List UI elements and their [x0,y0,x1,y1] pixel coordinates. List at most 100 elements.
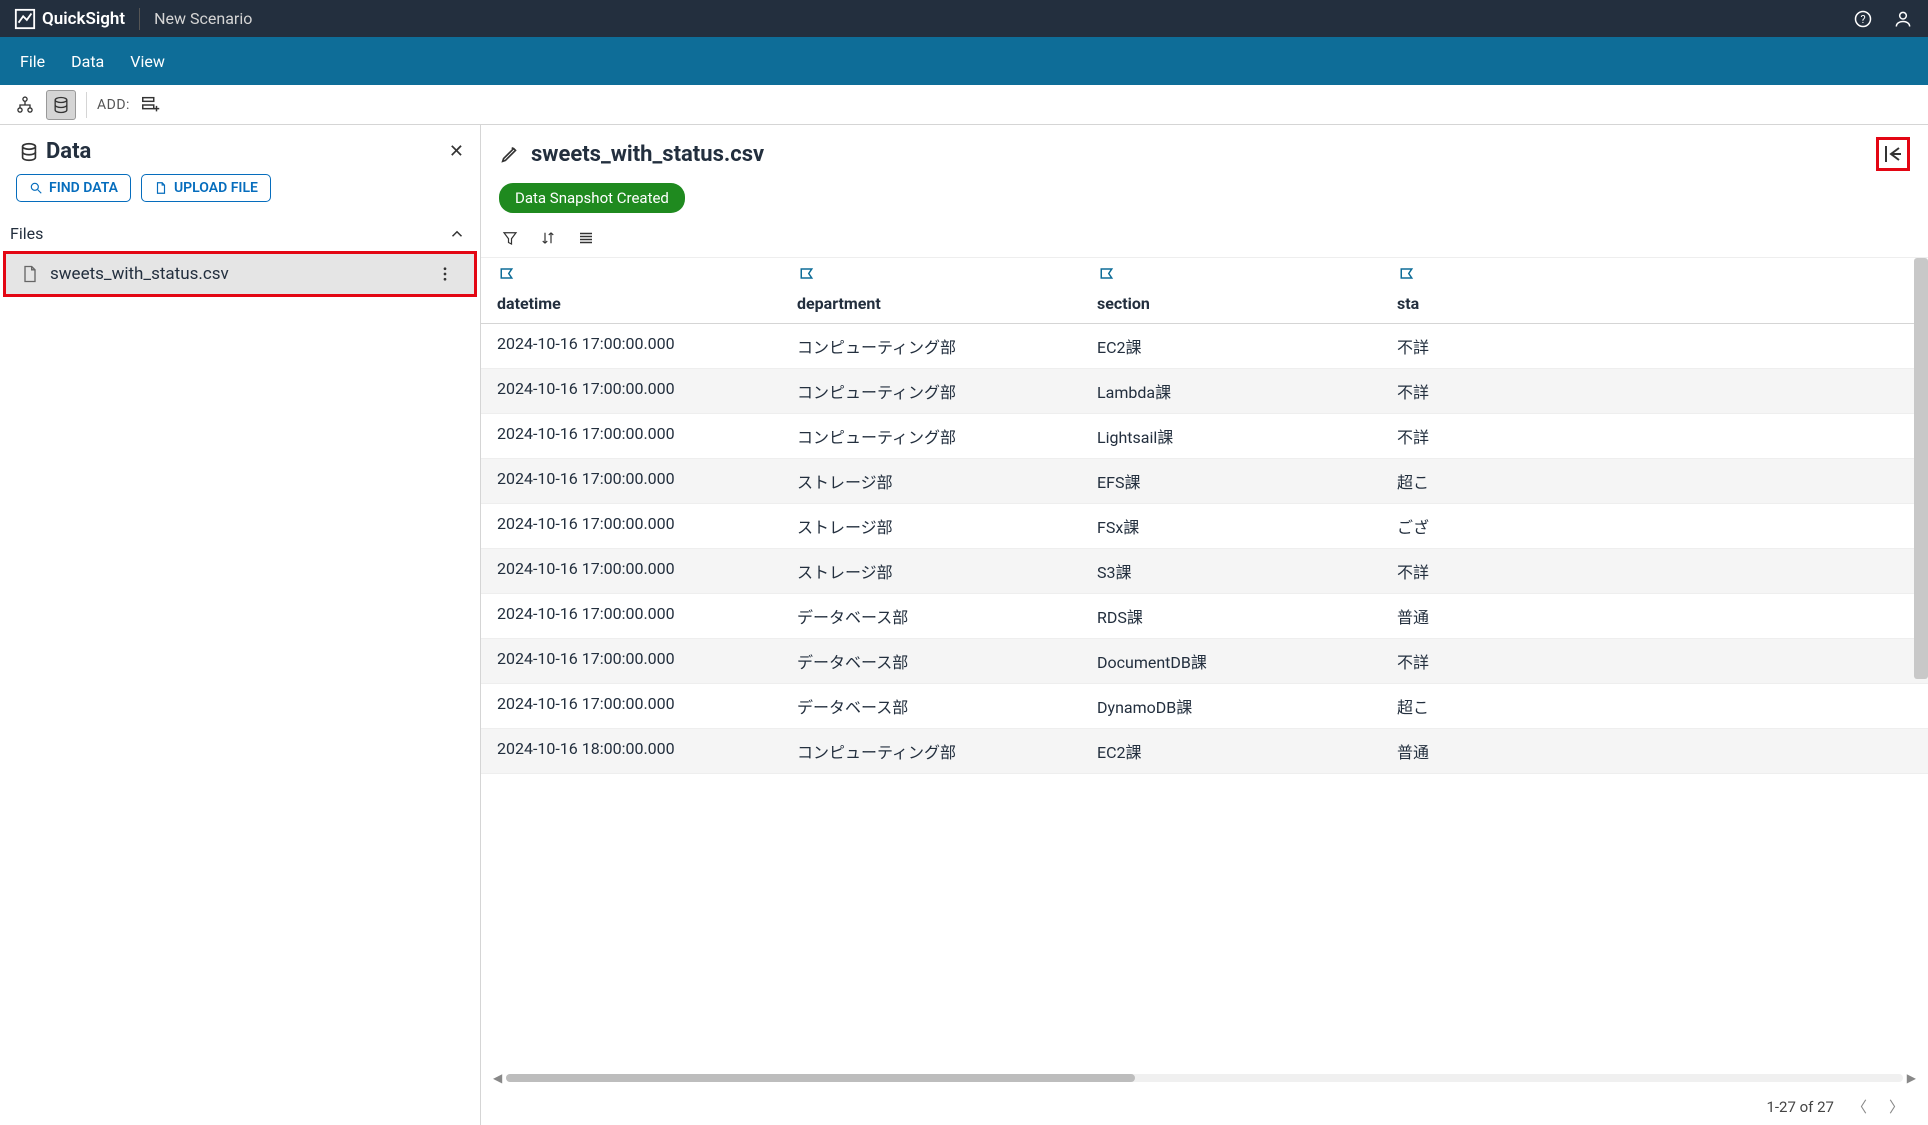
table-cell: 2024-10-16 17:00:00.000 [481,504,781,548]
tag-icon [797,266,819,284]
table-cell: ストレージ部 [781,549,1081,593]
table-cell: コンピューティング部 [781,414,1081,458]
table-row[interactable]: 2024-10-16 17:00:00.000データベース部DocumentDB… [481,639,1928,684]
density-button[interactable] [575,227,597,249]
scroll-left-icon[interactable]: ◀ [489,1071,506,1085]
table-cell: 2024-10-16 17:00:00.000 [481,414,781,458]
table-cell: 不詳 [1381,369,1441,413]
document-icon [20,264,40,284]
hierarchy-icon [15,95,35,115]
files-section-label: Files [10,224,43,243]
upload-file-button[interactable]: UPLOAD FILE [141,174,271,202]
table-cell: 不詳 [1381,324,1441,368]
filter-button[interactable] [499,227,521,249]
col-label: datetime [497,294,561,313]
table-row[interactable]: 2024-10-16 17:00:00.000コンピューティング部EC2課不詳 [481,324,1928,369]
prev-page-button[interactable]: 〈 [1848,1096,1871,1117]
col-label: department [797,294,881,313]
app-logo[interactable]: QuickSight [14,8,125,30]
column-header-status[interactable]: sta [1381,258,1441,323]
next-page-button[interactable]: 〉 [1885,1096,1908,1117]
table-footer: 1-27 of 27 〈 〉 [481,1088,1928,1125]
scenario-name[interactable]: New Scenario [154,9,252,28]
table-cell: コンピューティング部 [781,324,1081,368]
find-data-button[interactable]: FIND DATA [16,174,131,202]
app-name: QuickSight [42,9,125,29]
table-cell: 超こ [1381,459,1441,503]
table-row[interactable]: 2024-10-16 17:00:00.000データベース部DynamoDB課超… [481,684,1928,729]
tag-icon [1397,266,1419,284]
collapse-left-icon [1881,142,1905,166]
table-row[interactable]: 2024-10-16 17:00:00.000データベース部RDS課普通 [481,594,1928,639]
scroll-right-icon[interactable]: ▶ [1903,1071,1920,1085]
table-row[interactable]: 2024-10-16 17:00:00.000ストレージ部EFS課超こ [481,459,1928,504]
search-icon [29,181,43,195]
hierarchy-view-button[interactable] [10,90,40,120]
table-cell: 普通 [1381,594,1441,638]
pencil-icon[interactable] [499,143,521,165]
column-header-department[interactable]: department [781,258,1081,323]
col-label: section [1097,294,1150,313]
table-row[interactable]: 2024-10-16 17:00:00.000ストレージ部S3課不詳 [481,549,1928,594]
more-options-button[interactable] [430,265,460,283]
sort-icon [539,229,557,247]
table-row[interactable]: 2024-10-16 17:00:00.000ストレージ部FSx課ござ [481,504,1928,549]
table-cell: ストレージ部 [781,459,1081,503]
file-name: sweets_with_status.csv [50,264,430,284]
svg-text:?: ? [1860,13,1865,26]
database-icon [18,141,40,163]
close-panel-button[interactable]: ✕ [449,141,464,162]
chevron-up-icon[interactable] [448,225,466,243]
collapse-sidebar-button[interactable] [1876,137,1910,171]
table-cell: ござ [1381,504,1441,548]
help-icon[interactable]: ? [1852,8,1874,30]
table-cell: 不詳 [1381,639,1441,683]
find-data-label: FIND DATA [49,180,118,196]
table-cell: データベース部 [781,639,1081,683]
data-panel: Data ✕ FIND DATA UPLOAD FILE Files sweet… [0,125,481,1125]
table-cell: S3課 [1081,549,1381,593]
user-icon[interactable] [1892,8,1914,30]
menu-data[interactable]: Data [71,52,104,71]
quicksight-logo-icon [14,8,36,30]
file-title: sweets_with_status.csv [531,142,1866,167]
tag-icon [497,266,519,284]
table-row[interactable]: 2024-10-16 17:00:00.000コンピューティング部Lambda課… [481,369,1928,414]
add-block-button[interactable] [136,90,166,120]
table-cell: データベース部 [781,684,1081,728]
panel-title: Data [46,139,449,164]
table-row[interactable]: 2024-10-16 18:00:00.000コンピューティング部EC2課普通 [481,729,1928,774]
vertical-scrollbar[interactable] [1914,258,1928,679]
horizontal-scrollbar[interactable]: ◀ ▶ [481,1068,1928,1088]
table-cell: RDS課 [1081,594,1381,638]
menu-view[interactable]: View [130,52,165,71]
sort-button[interactable] [537,227,559,249]
data-view-button[interactable] [46,90,76,120]
topbar-divider [139,8,140,30]
table-cell: Lightsail課 [1081,414,1381,458]
file-row[interactable]: sweets_with_status.csv [3,251,477,297]
table-cell: EC2課 [1081,324,1381,368]
table-cell: FSx課 [1081,504,1381,548]
table-cell: 不詳 [1381,414,1441,458]
add-label: ADD: [97,97,130,113]
filter-icon [501,229,519,247]
table-cell: 普通 [1381,729,1441,773]
upload-file-label: UPLOAD FILE [174,180,258,196]
column-header-section[interactable]: section [1081,258,1381,323]
table-row[interactable]: 2024-10-16 17:00:00.000コンピューティング部Lightsa… [481,414,1928,459]
table-cell: コンピューティング部 [781,369,1081,413]
table-cell: コンピューティング部 [781,729,1081,773]
table-cell: 2024-10-16 17:00:00.000 [481,324,781,368]
topbar: QuickSight New Scenario ? [0,0,1928,37]
table-cell: EC2課 [1081,729,1381,773]
add-block-icon [140,94,162,116]
table-cell: 2024-10-16 18:00:00.000 [481,729,781,773]
file-icon [154,181,168,195]
menu-file[interactable]: File [20,52,45,71]
table-cell: ストレージ部 [781,504,1081,548]
table-cell: 2024-10-16 17:00:00.000 [481,459,781,503]
status-badge: Data Snapshot Created [499,183,685,213]
column-header-datetime[interactable]: datetime [481,258,781,323]
table-cell: DynamoDB課 [1081,684,1381,728]
